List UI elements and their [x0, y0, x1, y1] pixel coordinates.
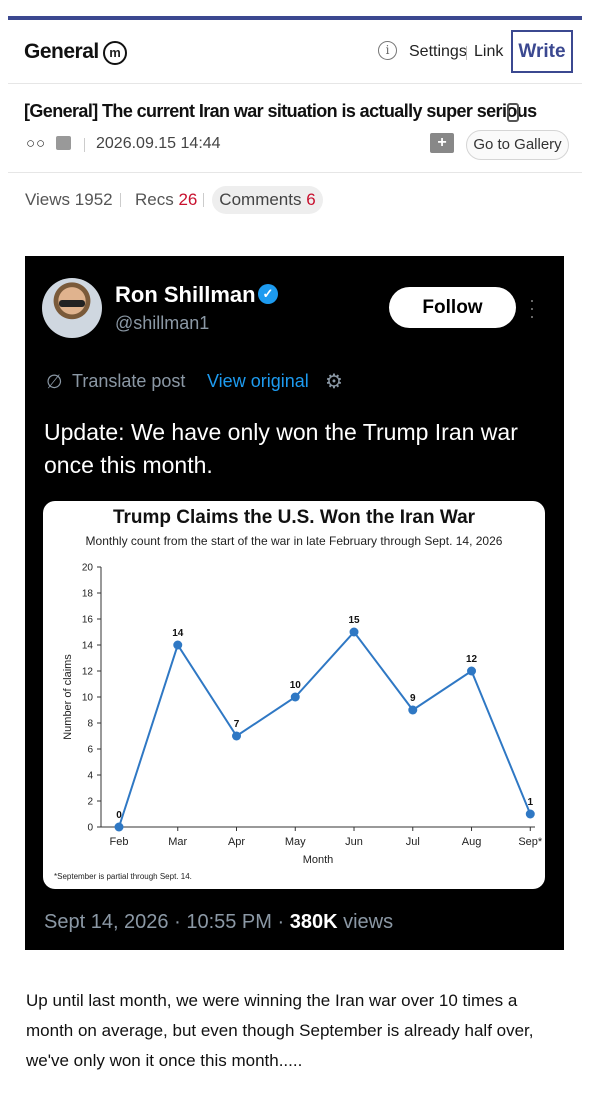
embedded-tweet-image: Ron Shillman ✓ @shillman1 Follow · · · ∅ T…	[25, 256, 564, 950]
data-label: 7	[234, 719, 240, 730]
recs-count: 26	[178, 190, 198, 209]
more-options-icon: · · ·	[529, 290, 535, 326]
views-label: Views	[25, 190, 71, 209]
view-original-link: View original	[207, 371, 309, 391]
header-divider	[8, 83, 582, 84]
avatar	[42, 278, 102, 338]
go-to-gallery-button[interactable]: Go to Gallery	[466, 130, 569, 160]
recs-label: Recs	[135, 190, 174, 209]
data-label: 0	[116, 810, 122, 821]
x-tick-label: Mar	[168, 836, 187, 848]
y-tick-label: 18	[82, 589, 94, 600]
x-tick-label: Feb	[110, 836, 129, 848]
y-tick-label: 10	[82, 693, 94, 704]
x-axis-label: Month	[303, 854, 334, 866]
data-point	[408, 705, 418, 715]
user-level-icon	[56, 136, 71, 150]
data-point	[525, 809, 535, 819]
y-tick-label: 0	[87, 823, 93, 834]
translate-post-label: Translate post	[72, 371, 186, 391]
tweet-author-name: Ron Shillman	[115, 282, 256, 307]
views-stat: Views 1952	[25, 190, 113, 210]
link-button[interactable]: Link	[474, 43, 503, 61]
tweet-views-count: 380K	[289, 911, 338, 933]
minor-gallery-badge-icon: m	[103, 41, 127, 65]
meta-separator	[84, 138, 85, 152]
data-label: 9	[410, 693, 416, 704]
recs-stat: Recs 26	[135, 190, 197, 210]
mobile-post-icon	[507, 103, 519, 122]
follow-button: Follow	[389, 287, 516, 328]
data-label: 14	[172, 628, 184, 639]
board-name[interactable]: General	[24, 40, 99, 64]
data-point	[173, 640, 183, 650]
data-point	[467, 666, 477, 676]
y-axis-label: Number of claims	[62, 654, 74, 740]
post-title: [General] The current Iran war situation…	[24, 101, 537, 121]
x-tick-label: Aug	[462, 836, 482, 848]
comments-button[interactable]: Comments 6	[212, 186, 323, 214]
data-point	[349, 627, 359, 637]
y-tick-label: 4	[87, 771, 93, 782]
tweet-views-label: views	[337, 911, 394, 933]
chart-footnote: *September is partial through Sept. 14.	[54, 872, 192, 881]
data-point	[290, 692, 300, 702]
data-point	[114, 822, 124, 832]
y-tick-label: 8	[87, 719, 93, 730]
y-tick-label: 2	[87, 797, 93, 808]
y-tick-label: 12	[82, 667, 94, 678]
stat-separator	[120, 193, 121, 207]
data-label: 1	[527, 797, 533, 808]
x-tick-label: May	[285, 836, 306, 848]
tweet-text: Update: We have only won the Trump Iran …	[44, 419, 518, 478]
y-tick-label: 20	[82, 563, 94, 574]
gear-icon: ⚙	[325, 371, 343, 393]
post-author[interactable]: ○○	[26, 135, 46, 152]
info-icon[interactable]: i	[378, 41, 397, 60]
settings-link[interactable]: Settings	[409, 43, 467, 61]
tweet-author-handle: @shillman1	[115, 313, 210, 333]
x-tick-label: Jul	[406, 836, 420, 848]
translate-icon: ∅	[46, 372, 63, 393]
add-icon[interactable]: +	[430, 133, 454, 153]
verified-badge-icon: ✓	[258, 284, 278, 304]
line-chart: Number of claims Month 02468101214161820…	[62, 563, 543, 867]
post-body: Up until last month, we were winning the…	[26, 991, 534, 1070]
x-tick-label: Jun	[345, 836, 363, 848]
x-tick-label: Sep*	[518, 836, 543, 848]
y-tick-label: 16	[82, 615, 94, 626]
data-label: 10	[290, 680, 302, 691]
meta-divider	[8, 172, 582, 173]
y-tick-label: 6	[87, 745, 93, 756]
board-header: General m i Settings Link Write	[0, 20, 590, 84]
x-tick-label: Apr	[228, 836, 245, 848]
data-label: 15	[348, 615, 360, 626]
comments-count: 6	[306, 190, 316, 209]
data-point	[232, 731, 242, 741]
y-tick-label: 14	[82, 641, 94, 652]
comments-label: Comments	[219, 190, 302, 209]
stat-separator	[203, 193, 204, 207]
tweet-date: Sept 14, 2026 · 10:55 PM ·	[44, 911, 290, 933]
data-label: 12	[466, 654, 478, 665]
header-separator	[466, 46, 467, 60]
views-count: 1952	[74, 190, 113, 209]
write-button[interactable]: Write	[511, 30, 573, 73]
chart-card: Trump Claims the U.S. Won the Iran War M…	[43, 501, 545, 889]
tweet-meta: Sept 14, 2026 · 10:55 PM · 380K views	[44, 911, 393, 934]
post-date: 2026.09.15 14:44	[96, 135, 221, 152]
